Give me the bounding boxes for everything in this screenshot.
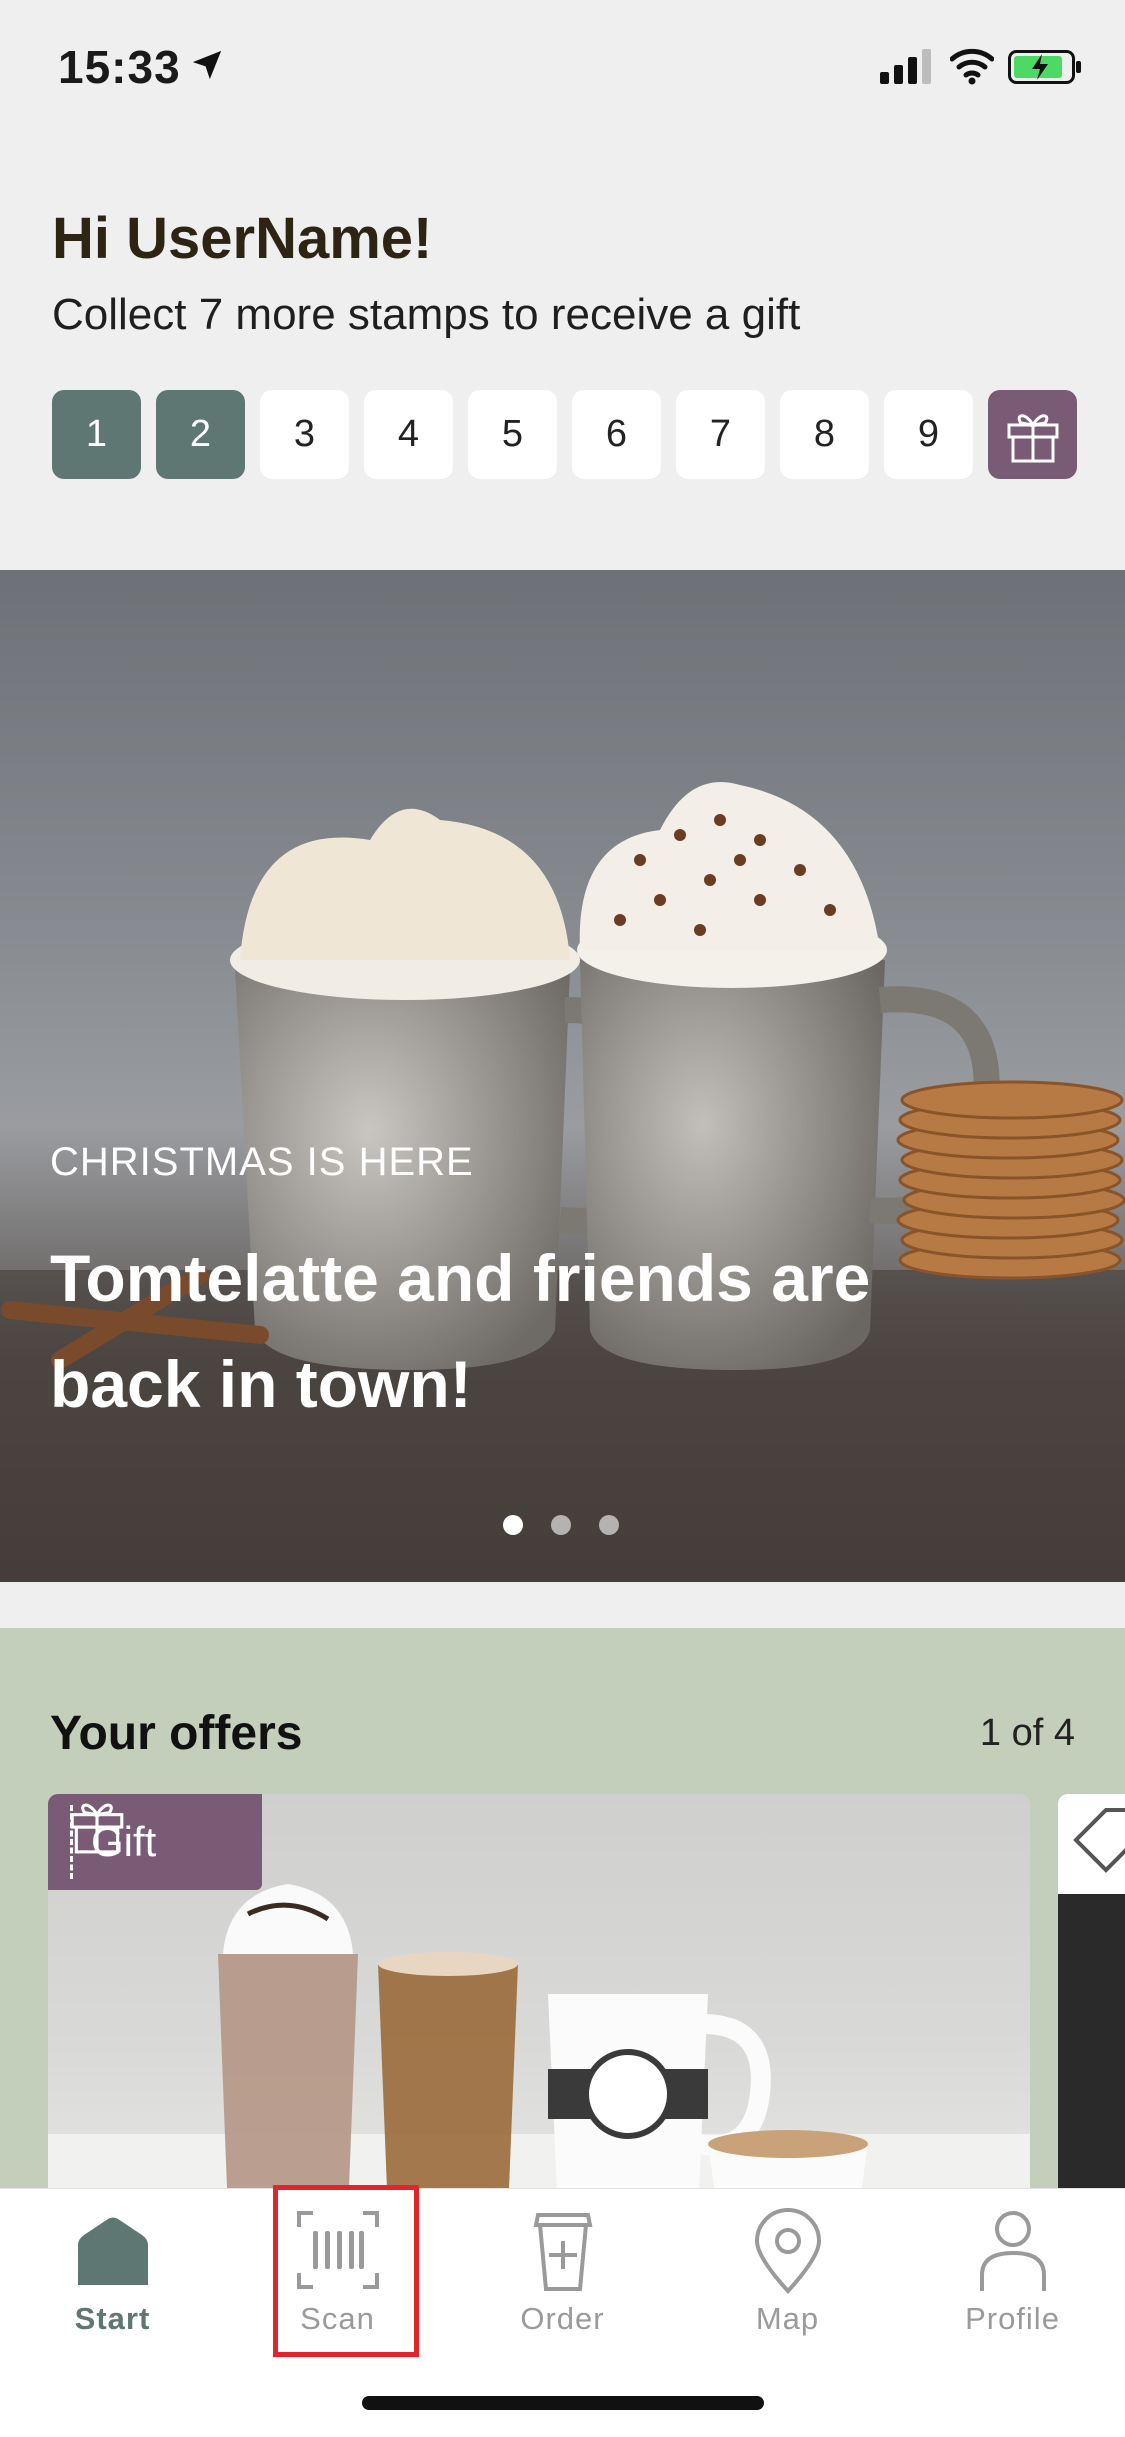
profile-icon <box>979 2211 1046 2291</box>
battery-charging-icon <box>1008 50 1081 84</box>
stamp-1: 1 <box>52 390 141 479</box>
tab-label-start: Start <box>74 2301 151 2336</box>
hero-kicker: CHRISTMAS IS HERE <box>50 1140 474 1184</box>
hero-title: Tomtelatte and friends are back in town! <box>50 1241 871 1421</box>
tab-map[interactable]: Map <box>675 2205 900 2375</box>
gift-icon <box>1007 413 1058 462</box>
stamp-3: 3 <box>260 390 349 479</box>
stamps-progress-text: Collect 7 more stamps to receive a gift <box>52 290 801 339</box>
offers-section: Your offers 1 of 4 Gift <box>0 1628 1125 2188</box>
offer-card-next[interactable] <box>1058 1794 1125 2188</box>
stamp-2: 2 <box>156 390 245 479</box>
tab-label-profile: Profile <box>965 2301 1060 2336</box>
status-time: 15:33 <box>58 41 181 93</box>
wifi-icon <box>950 48 994 85</box>
offer-image-next <box>1058 1894 1125 2188</box>
stamp-reward <box>988 390 1077 479</box>
stamp-5: 5 <box>468 390 557 479</box>
promo-banner[interactable]: CHRISTMAS IS HERE Tomtelatte and friends… <box>0 570 1125 1582</box>
carousel-dot-2[interactable] <box>551 1515 571 1535</box>
carousel-dot-3[interactable] <box>599 1515 619 1535</box>
tab-profile[interactable]: Profile <box>900 2205 1125 2375</box>
carousel-dot-1[interactable] <box>503 1515 523 1535</box>
cellular-signal-icon <box>880 49 931 84</box>
tab-start[interactable]: Start <box>0 2205 225 2375</box>
location-arrow-icon <box>192 50 222 80</box>
tag-icon <box>1073 1808 1125 1873</box>
offer-card[interactable]: Gift <box>48 1794 1030 2188</box>
map-pin-icon <box>754 2208 821 2294</box>
tab-order[interactable]: Order <box>450 2205 675 2375</box>
stamp-8: 8 <box>780 390 869 479</box>
tab-label-order: Order <box>520 2301 605 2336</box>
scan-tab-highlight <box>273 2185 419 2357</box>
gift-icon <box>70 1803 124 1854</box>
tab-label-map: Map <box>755 2301 820 2336</box>
offers-count: 1 of 4 <box>979 1712 1075 1754</box>
carousel-dots[interactable] <box>503 1515 619 1535</box>
stamp-9: 9 <box>884 390 973 479</box>
offer-gift-tag: Gift <box>48 1794 262 1890</box>
offers-title: Your offers <box>50 1707 303 1760</box>
stamp-7: 7 <box>676 390 765 479</box>
home-icon <box>77 2217 148 2285</box>
greeting-title: Hi UserName! <box>52 206 433 271</box>
stamp-4: 4 <box>364 390 453 479</box>
stamp-6: 6 <box>572 390 661 479</box>
home-indicator <box>362 2396 764 2410</box>
cup-plus-icon <box>533 2213 592 2291</box>
stamp-card: 1 2 3 4 5 6 7 8 9 <box>52 390 1077 480</box>
status-bar: 15:33 <box>0 0 1125 130</box>
